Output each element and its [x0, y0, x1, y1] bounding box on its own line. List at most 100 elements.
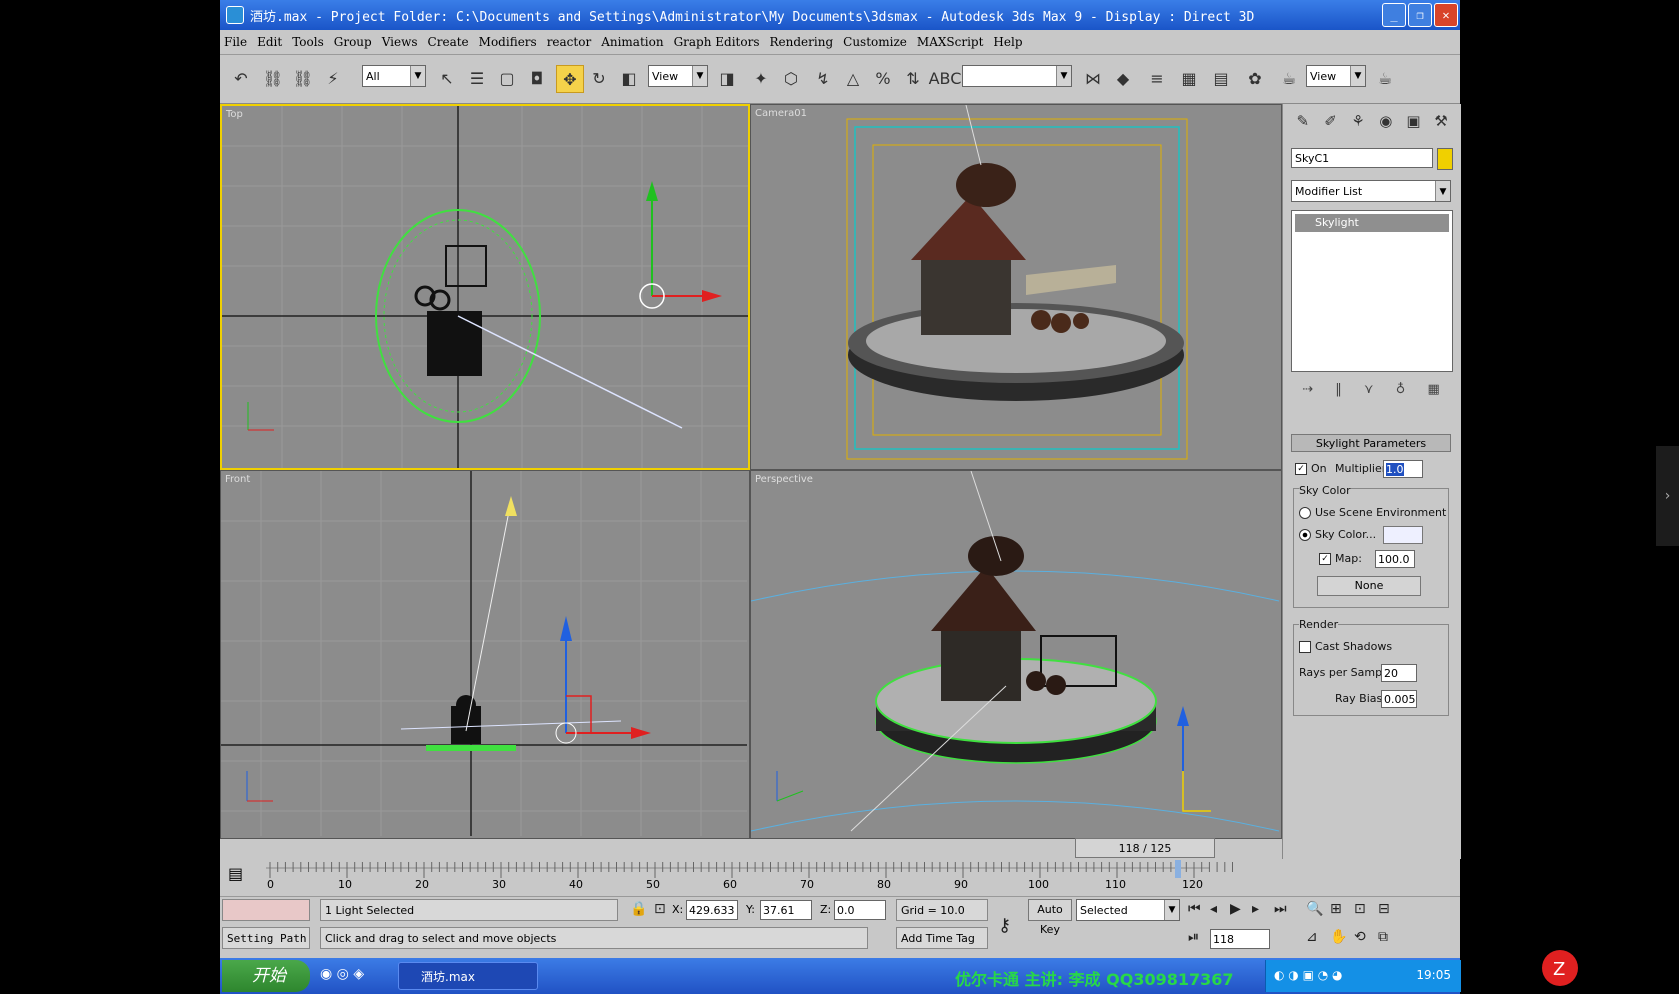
maximize-viewport-icon[interactable]: ⧉ — [1378, 929, 1388, 945]
zoom-extents-icon[interactable]: ⊡ — [1354, 901, 1366, 917]
create-tab-icon[interactable]: ✎ — [1291, 112, 1315, 138]
menu-modifiers[interactable]: Modifiers — [479, 35, 537, 49]
select-by-name-icon[interactable]: ☰ — [464, 65, 490, 91]
prev-frame-icon[interactable]: ◂ — [1210, 901, 1217, 917]
maxscript-listener-mini[interactable] — [222, 899, 310, 921]
menu-animation[interactable]: Animation — [601, 35, 663, 49]
y-coordinate-field[interactable]: 37.61 — [760, 900, 812, 920]
percent-snap-icon[interactable]: % — [870, 65, 896, 91]
tray-icons[interactable]: ◐ ◑ ▣ ◔ ◕ — [1274, 968, 1342, 982]
use-scene-env-radio[interactable]: Use Scene Environment — [1299, 506, 1446, 519]
select-link-icon[interactable]: ⛓ — [260, 65, 286, 91]
lock-icon[interactable]: 🔒 — [630, 901, 647, 917]
modifier-list-dropdown[interactable]: Modifier List ▼ — [1291, 180, 1451, 202]
current-frame-field[interactable]: 118 — [1210, 929, 1270, 949]
multiplier-spinner[interactable]: 1.0 — [1383, 460, 1423, 478]
menu-views[interactable]: Views — [382, 35, 418, 49]
start-button[interactable]: 开始 — [222, 960, 310, 992]
time-slider[interactable]: 118 / 125 — [1075, 838, 1215, 858]
modifier-stack[interactable]: Skylight — [1291, 210, 1453, 372]
selection-filter-dropdown[interactable]: All ▼ — [362, 65, 426, 87]
select-move-icon[interactable]: ✥ — [556, 65, 584, 93]
ref-coord-dropdown[interactable]: View ▼ — [648, 65, 708, 87]
menu-group[interactable]: Group — [334, 35, 372, 49]
play-icon[interactable]: ▶ — [1230, 901, 1241, 917]
setting-path-field[interactable]: Setting Path — [222, 927, 310, 949]
zoom-all-icon[interactable]: ⊞ — [1330, 901, 1342, 917]
select-rotate-icon[interactable]: ↻ — [586, 65, 612, 91]
pin-stack-icon[interactable]: ⇢ — [1302, 382, 1313, 397]
motion-tab-icon[interactable]: ◉ — [1374, 112, 1398, 138]
menu-help[interactable]: Help — [993, 35, 1022, 49]
cast-shadows-checkbox[interactable]: Cast Shadows — [1299, 640, 1392, 653]
curve-editor-icon[interactable]: ▦ — [1176, 65, 1202, 91]
track-bar[interactable]: ▤ 0 10 20 30 40 50 60 70 80 90 100 110 1… — [220, 858, 1280, 894]
display-tab-icon[interactable]: ▣ — [1401, 112, 1425, 138]
spinner-snap-icon[interactable]: ⇅ — [900, 65, 926, 91]
rays-per-sample-spinner[interactable]: 20 — [1381, 664, 1417, 682]
show-end-result-icon[interactable]: ‖ — [1335, 382, 1342, 397]
menu-tools[interactable]: Tools — [292, 35, 324, 49]
go-to-end-icon[interactable]: ⏭ — [1274, 901, 1287, 917]
add-time-tag[interactable]: Add Time Tag — [896, 927, 988, 949]
select-object-icon[interactable]: ↖ — [434, 65, 460, 91]
rect-selection-icon[interactable]: ▢ — [494, 65, 520, 91]
menu-create[interactable]: Create — [428, 35, 469, 49]
render-scene-icon[interactable]: ☕ — [1276, 65, 1302, 91]
configure-sets-icon[interactable]: ▦ — [1428, 382, 1440, 397]
undo-icon[interactable]: ↶ — [228, 65, 254, 91]
material-editor-icon[interactable]: ✿ — [1242, 65, 1268, 91]
x-coordinate-field[interactable]: 429.633 — [686, 900, 738, 920]
key-mode-icon[interactable]: ⏯ — [1188, 929, 1199, 945]
snap-toggle-icon[interactable]: ↯ — [810, 65, 836, 91]
orbit-icon[interactable]: ⟲ — [1354, 929, 1366, 945]
map-none-button[interactable]: None — [1317, 576, 1421, 596]
bind-space-warp-icon[interactable]: ⚡ — [320, 65, 346, 91]
mirror-icon[interactable]: ⋈ — [1080, 65, 1106, 91]
render-type-dropdown[interactable]: View ▼ — [1306, 65, 1366, 87]
viewport-front[interactable]: Front — [220, 470, 750, 839]
minimize-button[interactable]: _ — [1382, 3, 1406, 27]
auto-key-button[interactable]: Auto Key — [1028, 899, 1072, 936]
menu-maxscript[interactable]: MAXScript — [917, 35, 984, 49]
map-spinner[interactable]: 100.0 — [1375, 550, 1415, 568]
menu-customize[interactable]: Customize — [843, 35, 907, 49]
select-scale-icon[interactable]: ◧ — [616, 65, 642, 91]
align-icon[interactable]: ◆ — [1110, 65, 1136, 91]
go-to-start-icon[interactable]: ⏮ — [1188, 901, 1201, 917]
pan-icon[interactable]: ✋ — [1330, 929, 1347, 945]
sky-color-swatch[interactable] — [1383, 526, 1423, 544]
make-unique-icon[interactable]: ⋎ — [1364, 382, 1374, 397]
menu-edit[interactable]: Edit — [257, 35, 282, 49]
rollout-title[interactable]: Skylight Parameters — [1291, 434, 1451, 452]
viewport-top[interactable]: Top — [220, 104, 750, 470]
sky-color-radio[interactable]: Sky Color... — [1299, 528, 1376, 541]
absolute-mode-icon[interactable]: ⊡ — [654, 901, 666, 917]
viewport-perspective[interactable]: Perspective — [750, 470, 1282, 839]
viewport-camera[interactable]: Camera01 — [750, 104, 1282, 470]
window-crossing-icon[interactable]: ◘ — [524, 65, 550, 91]
map-checkbox[interactable]: ✓ Map: — [1319, 552, 1362, 565]
restore-button[interactable]: ❐ — [1408, 3, 1432, 27]
edit-named-sel-icon[interactable]: ABC — [929, 65, 962, 91]
menu-reactor[interactable]: reactor — [547, 35, 592, 49]
hierarchy-tab-icon[interactable]: ⚘ — [1346, 112, 1370, 138]
manipulate-icon[interactable]: ✦ — [748, 65, 774, 91]
next-frame-icon[interactable]: ▸ — [1252, 901, 1259, 917]
side-panel-toggle[interactable]: › — [1656, 446, 1679, 546]
ray-bias-spinner[interactable]: 0.005 — [1381, 690, 1417, 708]
utilities-tab-icon[interactable]: ⚒ — [1429, 112, 1453, 138]
keyboard-shortcut-icon[interactable]: ⬡ — [778, 65, 804, 91]
menu-rendering[interactable]: Rendering — [770, 35, 834, 49]
layer-manager-icon[interactable]: ≡ — [1144, 65, 1170, 91]
field-of-view-icon[interactable]: ⊿ — [1306, 929, 1318, 945]
named-selection-dropdown[interactable]: ▼ — [962, 65, 1072, 87]
z-coordinate-field[interactable]: 0.0 — [834, 900, 886, 920]
stack-item-skylight[interactable]: Skylight — [1295, 214, 1449, 232]
object-name-field[interactable]: SkyC1 — [1291, 148, 1433, 168]
quick-render-icon[interactable]: ☕ — [1372, 65, 1398, 91]
key-filter-dropdown[interactable]: Selected ▼ — [1076, 899, 1180, 921]
on-checkbox[interactable]: ✓ On — [1295, 462, 1327, 475]
menu-file[interactable]: File — [224, 35, 247, 49]
key-icon[interactable]: ⚷ — [998, 915, 1011, 936]
